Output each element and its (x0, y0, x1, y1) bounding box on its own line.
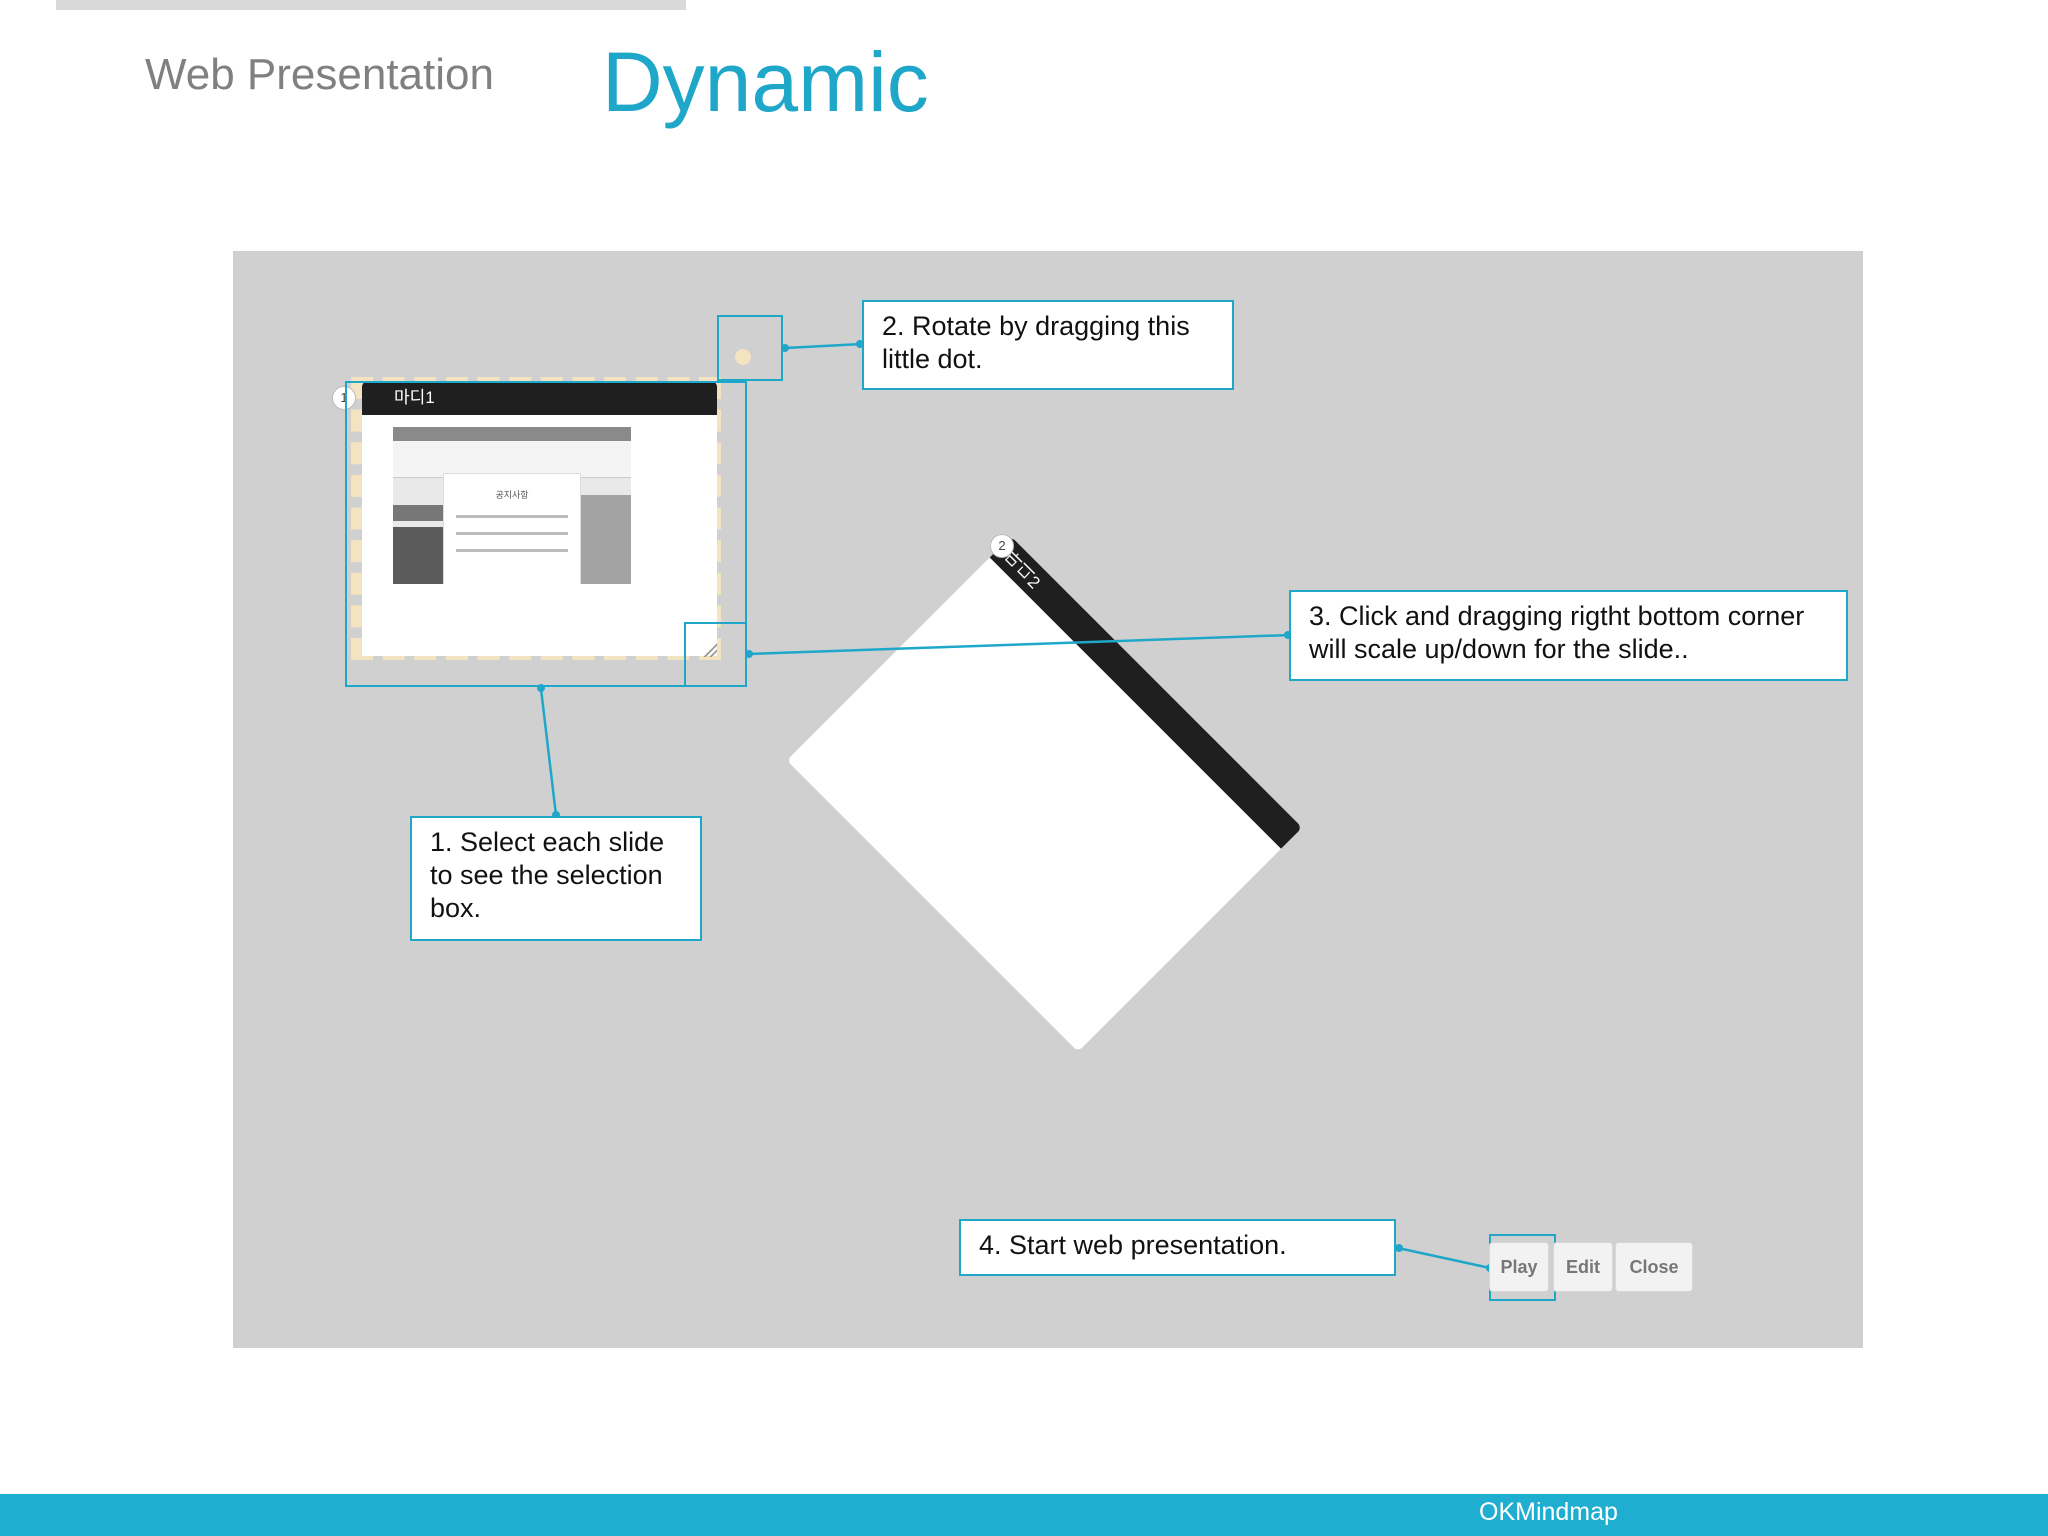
connector-dot (1395, 1244, 1403, 1252)
connector-dot (537, 684, 545, 692)
footer-brand: OKMindmap (1479, 1498, 1618, 1526)
callout-step-2: 2. Rotate by dragging this little dot. (862, 300, 1234, 390)
connector-dot (745, 650, 753, 658)
callout-step-3: 3. Click and dragging rigtht bottom corn… (1289, 590, 1848, 681)
connector-lines (539, 342, 1491, 1270)
footer-bar: OKMindmap (0, 1494, 2048, 1536)
callout-step-1: 1. Select each slide to see the selectio… (410, 816, 702, 941)
connector-dot (781, 344, 789, 352)
callout-step-4: 4. Start web presentation. (959, 1219, 1396, 1276)
play-button[interactable]: Play (1489, 1242, 1549, 1292)
edit-button[interactable]: Edit (1553, 1242, 1613, 1292)
close-button[interactable]: Close (1615, 1242, 1693, 1292)
